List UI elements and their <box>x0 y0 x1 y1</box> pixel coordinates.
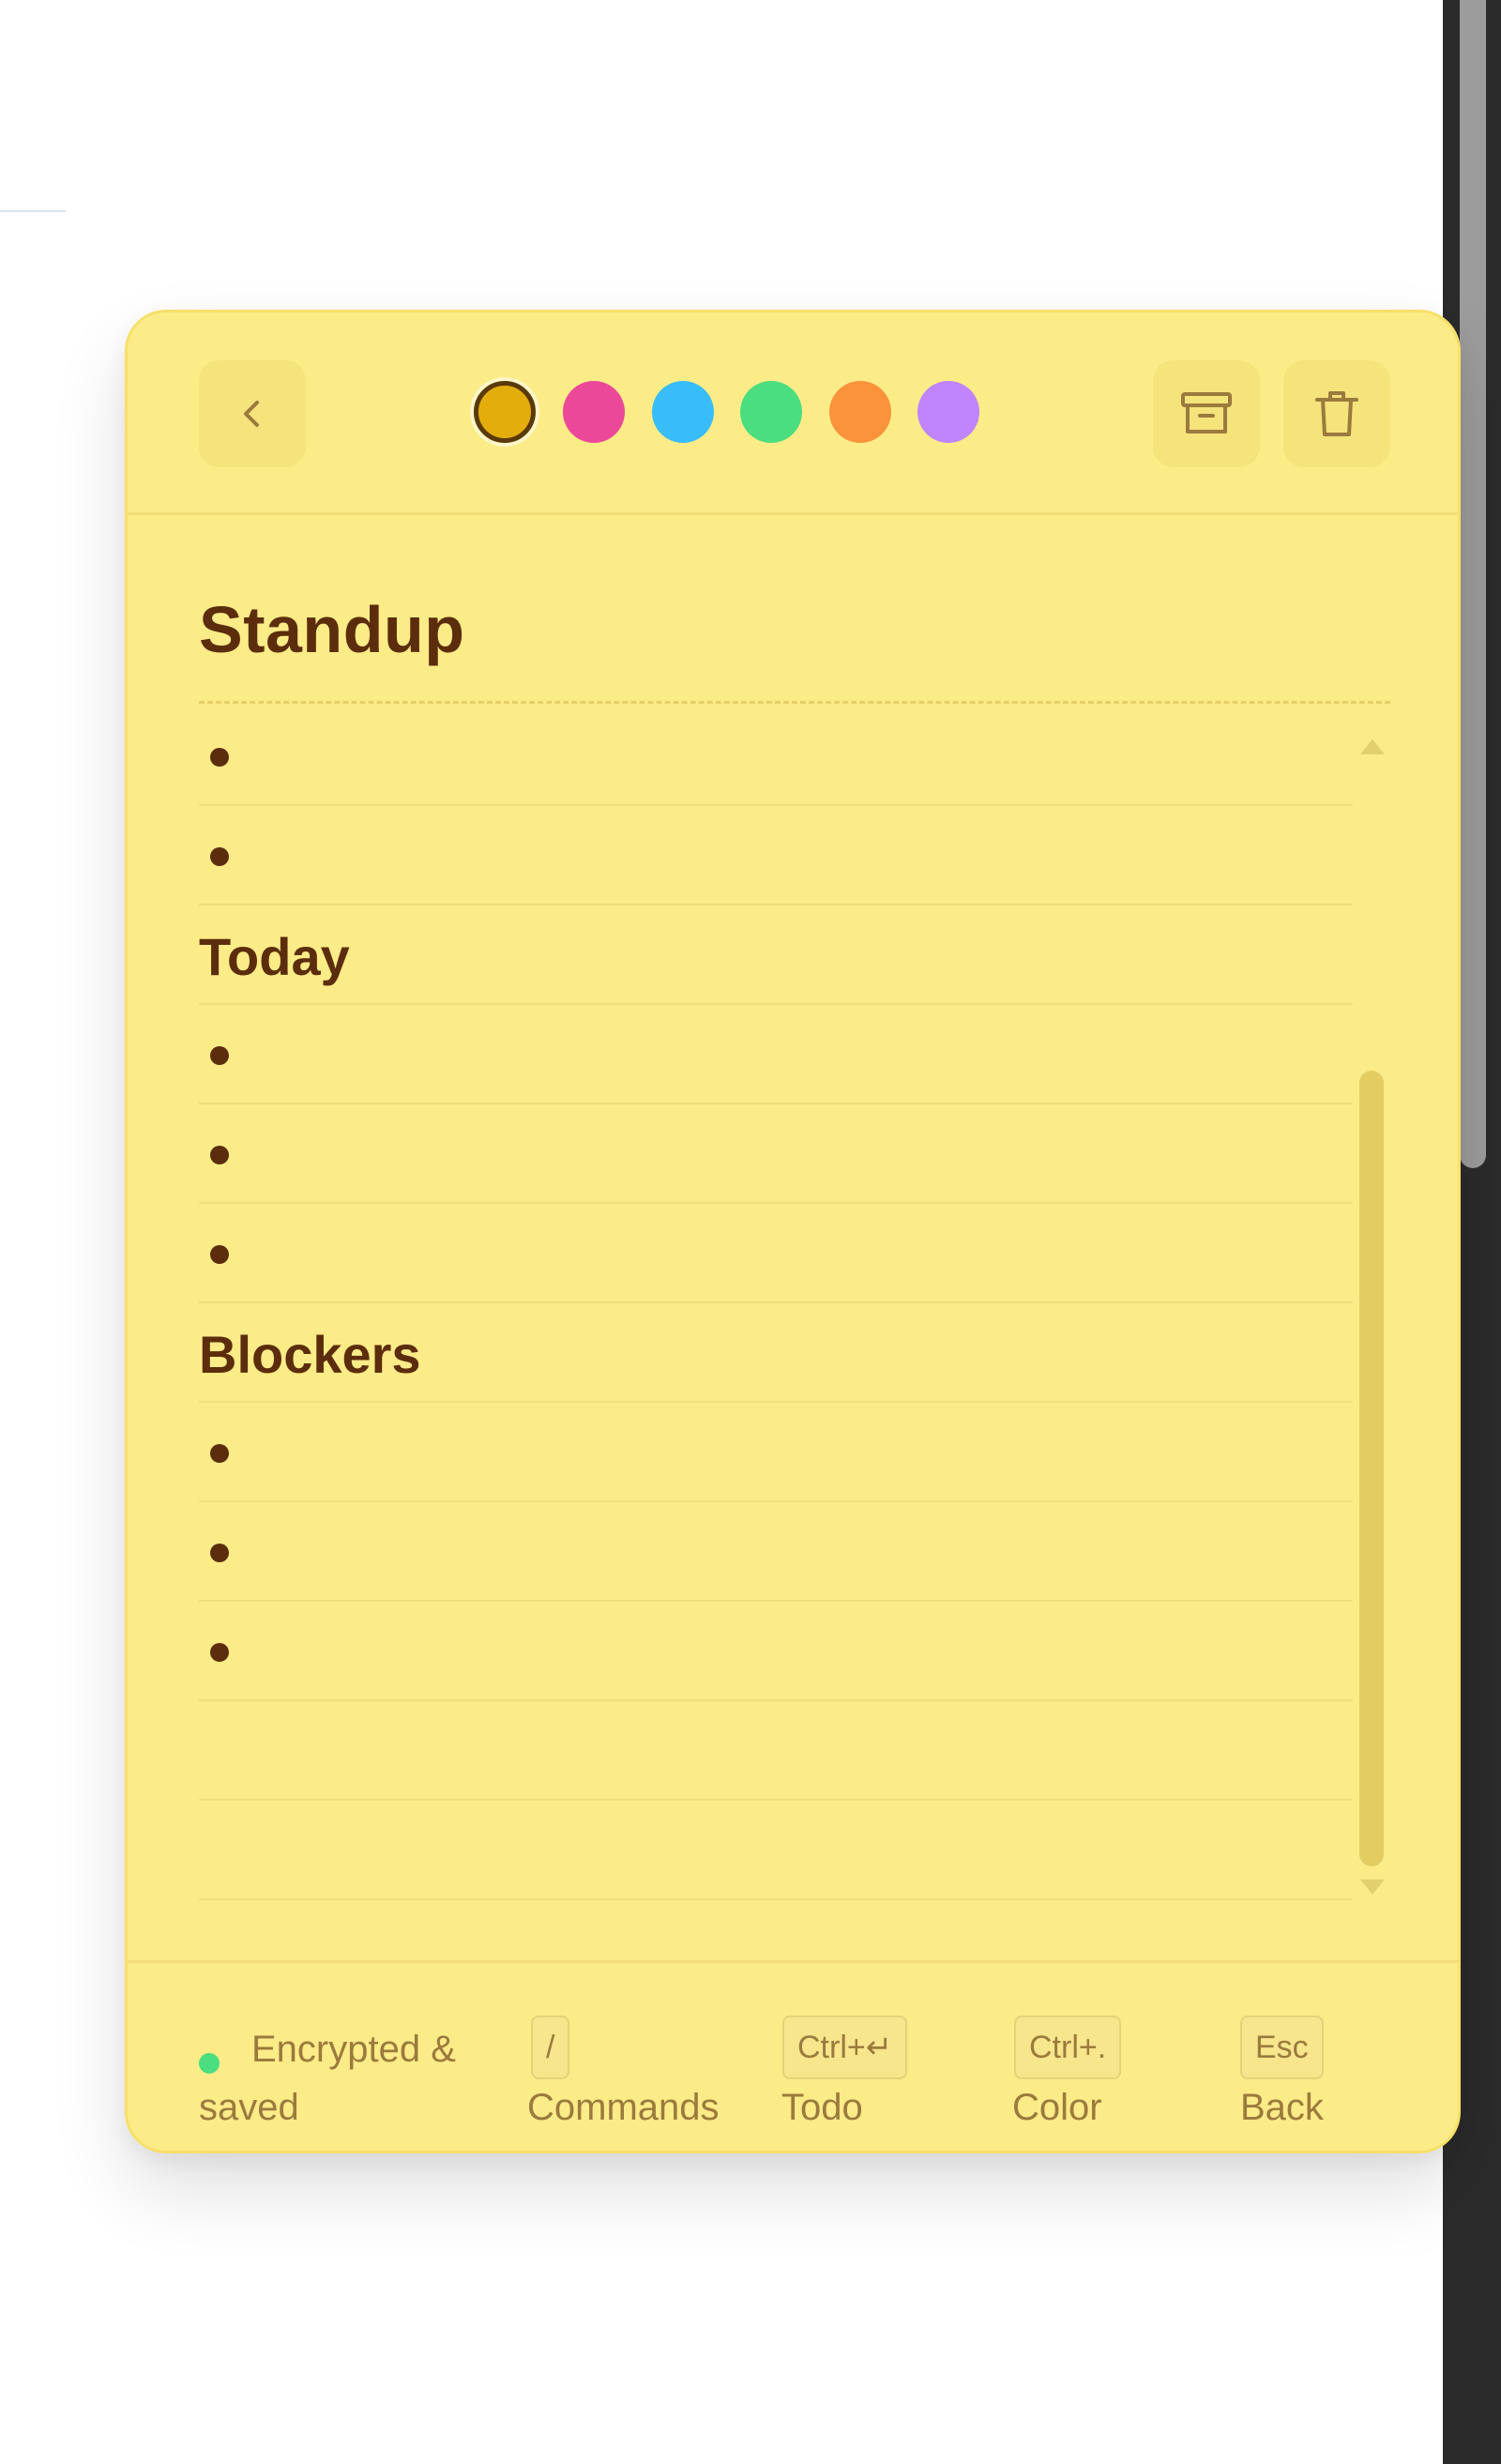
bullet-icon <box>210 748 229 767</box>
sticky-note-editor: Standup Today Blockers Encrypted & saved … <box>125 310 1461 2153</box>
note-scrollbar-thumb[interactable] <box>1359 1071 1384 1866</box>
bullet-icon <box>210 1544 229 1562</box>
bullet-list-item[interactable] <box>199 1104 1353 1204</box>
empty-line[interactable] <box>199 1801 1353 1900</box>
bullet-icon <box>210 1444 229 1463</box>
trash-icon <box>1313 388 1360 439</box>
shortcut-label-back: Back <box>1240 2087 1324 2128</box>
shortcut-label-commands: Commands <box>527 2087 720 2128</box>
archive-icon <box>1179 389 1234 438</box>
note-toolbar <box>128 312 1458 515</box>
title-divider <box>199 701 1390 704</box>
bullet-list-item[interactable] <box>199 707 1353 806</box>
bullet-list-item[interactable] <box>199 1005 1353 1104</box>
status-text: Encrypted & <box>251 2029 456 2070</box>
shortcut-key-commands: / <box>531 2015 570 2079</box>
chevron-left-icon <box>234 395 271 433</box>
shortcut-key-back: Esc <box>1240 2015 1324 2079</box>
back-button[interactable] <box>199 360 306 467</box>
bullet-list-item[interactable] <box>199 1602 1353 1701</box>
shortcut-key-todo: Ctrl+↵ <box>782 2015 908 2079</box>
bullet-list-item[interactable] <box>199 806 1353 905</box>
page: Standup Today Blockers Encrypted & saved … <box>0 0 1501 2464</box>
status-text-continued: saved <box>199 2087 299 2128</box>
scroll-up-arrow-icon[interactable] <box>1360 739 1385 754</box>
background-divider <box>0 210 66 212</box>
bullet-list-item[interactable] <box>199 1204 1353 1303</box>
bullet-icon <box>210 847 229 866</box>
shortcut-label-color: Color <box>1012 2087 1102 2128</box>
status-dot-icon <box>199 2053 220 2074</box>
shortcut-key-color: Ctrl+. <box>1014 2015 1122 2079</box>
section-heading: Today <box>199 927 350 986</box>
bullet-icon <box>210 1245 229 1264</box>
section-heading-row[interactable]: Blockers <box>199 1303 1353 1403</box>
archive-button[interactable] <box>1153 360 1260 467</box>
color-swatch-green[interactable] <box>740 381 802 443</box>
bullet-icon <box>210 1046 229 1065</box>
color-swatch-sky[interactable] <box>652 381 714 443</box>
window-scrollbar-thumb[interactable] <box>1460 0 1486 1168</box>
delete-button[interactable] <box>1283 360 1390 467</box>
bullet-icon <box>210 1146 229 1164</box>
section-heading: Blockers <box>199 1325 421 1384</box>
bullet-icon <box>210 1643 229 1662</box>
note-footer: Encrypted & saved / Commands Ctrl+↵ Todo… <box>128 1960 1458 2153</box>
shortcut-label-todo: Todo <box>781 2087 863 2128</box>
scroll-down-arrow-icon[interactable] <box>1360 1879 1385 1894</box>
color-swatch-amber[interactable] <box>474 381 536 443</box>
color-swatch-orange[interactable] <box>829 381 891 443</box>
note-title[interactable]: Standup <box>199 592 464 667</box>
bullet-list-item[interactable] <box>199 1403 1353 1502</box>
color-swatch-purple[interactable] <box>917 381 979 443</box>
section-heading-row[interactable]: Today <box>199 905 1353 1005</box>
empty-line[interactable] <box>199 1701 1353 1801</box>
bullet-list-item[interactable] <box>199 1502 1353 1602</box>
color-swatch-pink[interactable] <box>563 381 625 443</box>
